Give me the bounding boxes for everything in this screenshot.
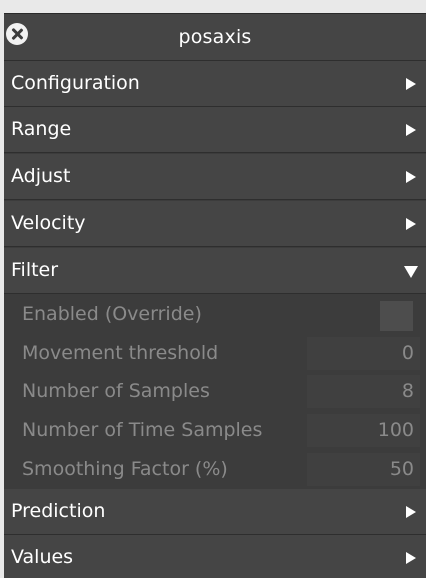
expand-arrow-icon[interactable] bbox=[406, 218, 416, 230]
section-configuration[interactable]: Configuration bbox=[4, 61, 426, 107]
enabled-label: Enabled (Override) bbox=[22, 303, 202, 325]
section-values[interactable]: Values bbox=[4, 535, 426, 578]
smoothing-factor-row: Smoothing Factor (%) 50 bbox=[4, 450, 426, 489]
section-label: Filter bbox=[11, 259, 59, 281]
section-label: Prediction bbox=[11, 500, 106, 522]
section-label: Adjust bbox=[11, 165, 71, 187]
enabled-checkbox[interactable] bbox=[380, 301, 413, 331]
movement-threshold-row: Movement threshold 0 bbox=[4, 334, 426, 373]
expand-arrow-icon[interactable] bbox=[406, 506, 416, 518]
expand-arrow-icon[interactable] bbox=[406, 171, 416, 183]
expand-arrow-icon[interactable] bbox=[406, 124, 416, 136]
collapse-arrow-icon[interactable] bbox=[404, 266, 418, 278]
section-label: Configuration bbox=[11, 72, 140, 94]
number-of-time-samples-label: Number of Time Samples bbox=[22, 419, 263, 441]
section-label: Range bbox=[11, 118, 72, 140]
filter-enabled-row: Enabled (Override) bbox=[4, 295, 426, 334]
section-filter[interactable]: Filter bbox=[4, 248, 426, 294]
section-range[interactable]: Range bbox=[4, 107, 426, 153]
section-prediction[interactable]: Prediction bbox=[4, 489, 426, 535]
posaxis-panel: posaxis Configuration Range Adjust Veloc… bbox=[4, 13, 426, 578]
movement-threshold-field[interactable]: 0 bbox=[307, 337, 420, 370]
smoothing-factor-field[interactable]: 50 bbox=[307, 453, 420, 486]
title-bar: posaxis bbox=[4, 14, 426, 61]
section-velocity[interactable]: Velocity bbox=[4, 201, 426, 247]
section-label: Velocity bbox=[11, 212, 86, 234]
expand-arrow-icon[interactable] bbox=[406, 78, 416, 90]
section-adjust[interactable]: Adjust bbox=[4, 154, 426, 200]
movement-threshold-label: Movement threshold bbox=[22, 342, 219, 364]
number-of-time-samples-row: Number of Time Samples 100 bbox=[4, 411, 426, 450]
number-of-time-samples-field[interactable]: 100 bbox=[307, 414, 420, 447]
expand-arrow-icon[interactable] bbox=[406, 552, 416, 564]
number-of-samples-field[interactable]: 8 bbox=[307, 375, 420, 408]
number-of-samples-label: Number of Samples bbox=[22, 380, 210, 402]
panel-title: posaxis bbox=[178, 26, 252, 48]
smoothing-factor-label: Smoothing Factor (%) bbox=[22, 458, 228, 480]
section-label: Values bbox=[11, 546, 74, 568]
number-of-samples-row: Number of Samples 8 bbox=[4, 372, 426, 411]
